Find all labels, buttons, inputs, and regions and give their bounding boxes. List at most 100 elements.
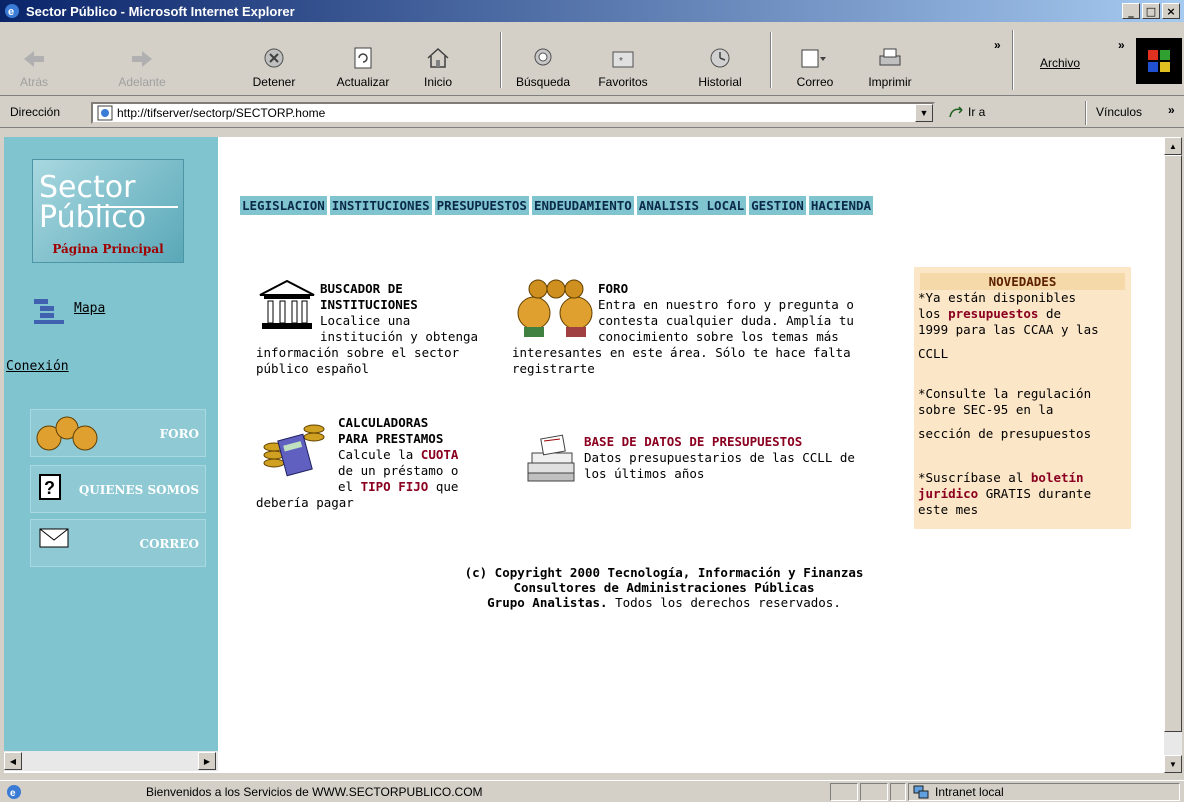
address-url: http://tifserver/sectorp/SECTORP.home xyxy=(117,106,326,120)
buscador-title[interactable]: BUSCADOR DE INSTITUCIONES Localice una i… xyxy=(320,281,478,345)
history-button[interactable]: Historial xyxy=(690,24,750,94)
go-button[interactable]: Ir a xyxy=(948,105,985,119)
forward-arrow-icon xyxy=(132,51,152,67)
windows-logo-icon xyxy=(1136,38,1182,84)
standard-toolbar: Atrás Adelante Detener Actualizar Inicio… xyxy=(0,24,1184,96)
favorites-button[interactable]: * Favoritos xyxy=(590,24,656,94)
scroll-left-button[interactable]: ◀ xyxy=(4,752,22,770)
left-sidebar: Sector Público Página Principal Mapa Con… xyxy=(4,137,218,751)
intranet-icon xyxy=(913,785,929,799)
nav-hacienda[interactable]: HACIENDA xyxy=(808,196,874,215)
copyright-footer: (c) Copyright 2000 Tecnología, Informaci… xyxy=(464,565,864,610)
sector-publico-logo[interactable]: Sector Público Página Principal xyxy=(32,159,184,263)
ie-icon: e xyxy=(5,4,19,18)
page-status-icon: e xyxy=(7,785,21,799)
institution-building-icon[interactable] xyxy=(258,279,316,331)
help-question-icon: ? xyxy=(39,474,61,500)
cuota-link[interactable]: CUOTA xyxy=(421,447,459,462)
juridico-link[interactable]: jurídico xyxy=(918,486,978,501)
calc-title[interactable]: CALCULADORAS PARA PRESTAMOS xyxy=(338,415,458,447)
scroll-right-button[interactable]: ▶ xyxy=(198,752,216,770)
forum-faces-icon xyxy=(36,416,98,451)
database-books-icon[interactable] xyxy=(524,433,580,485)
refresh-icon xyxy=(354,47,372,69)
page-icon xyxy=(97,105,113,121)
foro-title[interactable]: FORO xyxy=(598,281,854,297)
foro-text-cont: interesantes en este área. Sólo te hace … xyxy=(512,345,851,376)
toolbar-chevron[interactable]: » xyxy=(994,38,1001,52)
nav-analisis-local[interactable]: ANALISIS LOCAL xyxy=(636,196,747,215)
presupuestos-link[interactable]: presupuestos xyxy=(948,306,1038,321)
calc-text: CALCULADORAS PARA PRESTAMOS Calcule la CU… xyxy=(338,415,459,494)
address-input[interactable]: http://tifserver/sectorp/SECTORP.home ▼ xyxy=(91,102,935,124)
printer-icon xyxy=(879,48,901,66)
bd-title-link[interactable]: BASE DE DATOS DE PRESUPUESTOS xyxy=(584,434,855,450)
boletin-link[interactable]: boletín xyxy=(1031,470,1084,485)
nav-instituciones[interactable]: INSTITUCIONES xyxy=(329,196,432,215)
print-button[interactable]: Imprimir xyxy=(860,24,920,94)
history-icon xyxy=(710,48,730,68)
home-button[interactable]: Inicio xyxy=(418,24,458,94)
calculator-coins-icon[interactable] xyxy=(262,417,328,477)
scrollbar-thumb[interactable] xyxy=(1164,155,1182,732)
search-button[interactable]: Búsqueda xyxy=(510,24,576,94)
address-bar: Dirección http://tifserver/sectorp/SECTO… xyxy=(0,98,1184,128)
status-bar: e Bienvenidos a los Servicios de WWW.SEC… xyxy=(0,780,1184,802)
buscador-description: información sobre el sector público espa… xyxy=(256,345,460,376)
mapa-link[interactable]: Mapa xyxy=(74,301,105,316)
nav-legislacion[interactable]: LEGISLACION xyxy=(240,196,327,215)
links-button[interactable]: Vínculos xyxy=(1096,105,1142,119)
main-nav: LEGISLACION INSTITUCIONES PRESUPUESTOS E… xyxy=(240,196,874,215)
minimize-button[interactable]: _ xyxy=(1122,3,1140,19)
vertical-scrollbar[interactable]: ▲ ▼ xyxy=(1164,137,1182,773)
map-icon xyxy=(34,299,64,324)
links-chevron[interactable]: » xyxy=(1168,103,1175,117)
calc-text-cont: debería pagar xyxy=(256,495,354,510)
tipo-fijo-link[interactable]: TIPO FIJO xyxy=(361,479,429,494)
address-dropdown-button[interactable]: ▼ xyxy=(915,104,933,122)
search-icon xyxy=(534,48,552,66)
novedades-header: NOVEDADES xyxy=(920,273,1125,290)
forward-button[interactable]: Adelante xyxy=(110,24,174,94)
page-content: Sector Público Página Principal Mapa Con… xyxy=(4,137,1164,773)
svg-text:*: * xyxy=(619,56,623,67)
stop-button[interactable]: Detener xyxy=(244,24,304,94)
envelope-icon xyxy=(39,528,69,548)
address-label: Dirección xyxy=(10,105,61,119)
go-arrow-icon xyxy=(949,106,963,118)
foro-sidebar-button[interactable]: FORO xyxy=(30,409,206,457)
quienes-somos-button[interactable]: ? QUIENES SOMOS xyxy=(30,465,206,513)
svg-text:?: ? xyxy=(44,478,55,498)
stop-icon xyxy=(264,48,284,68)
back-button[interactable]: Atrás xyxy=(14,24,54,94)
refresh-button[interactable]: Actualizar xyxy=(328,24,398,94)
nav-presupuestos[interactable]: PRESUPUESTOS xyxy=(434,196,529,215)
logo-caption: Página Principal xyxy=(52,242,164,256)
status-text: Bienvenidos a los Servicios de WWW.SECTO… xyxy=(146,785,483,799)
menu-chevron[interactable]: » xyxy=(1118,38,1125,52)
bd-text: BASE DE DATOS DE PRESUPUESTOS Datos pres… xyxy=(584,434,855,481)
svg-text:e: e xyxy=(10,788,16,799)
mail-icon xyxy=(801,49,826,68)
correo-sidebar-button[interactable]: CORREO xyxy=(30,519,206,567)
back-arrow-icon xyxy=(24,51,44,67)
forum-faces-icon[interactable] xyxy=(516,277,596,339)
conexion-link[interactable]: Conexión xyxy=(6,359,69,374)
mail-button[interactable]: Correo xyxy=(790,24,840,94)
foro-text: FORO Entra en nuestro foro y pregunta o … xyxy=(598,281,854,344)
nav-gestion[interactable]: GESTION xyxy=(749,196,806,215)
scroll-down-button[interactable]: ▼ xyxy=(1164,755,1182,773)
nav-endeudamiento[interactable]: ENDEUDAMIENTO xyxy=(531,196,634,215)
favorites-folder-icon: * xyxy=(612,51,634,68)
security-zone: Intranet local xyxy=(908,783,1180,801)
home-icon xyxy=(427,47,449,68)
window-title: Sector Público - Microsoft Internet Expl… xyxy=(26,3,295,19)
novedades-panel: NOVEDADES *Ya están disponibles los pres… xyxy=(914,267,1131,529)
scroll-up-button[interactable]: ▲ xyxy=(1164,137,1182,155)
window-titlebar: e Sector Público - Microsoft Internet Ex… xyxy=(0,0,1184,22)
close-button[interactable]: × xyxy=(1162,3,1180,19)
sidebar-horizontal-scrollbar[interactable]: ◀ ▶ xyxy=(4,751,218,771)
svg-text:e: e xyxy=(8,6,14,18)
maximize-button[interactable]: □ xyxy=(1142,3,1160,19)
file-menu[interactable]: Archivo xyxy=(1040,56,1080,70)
